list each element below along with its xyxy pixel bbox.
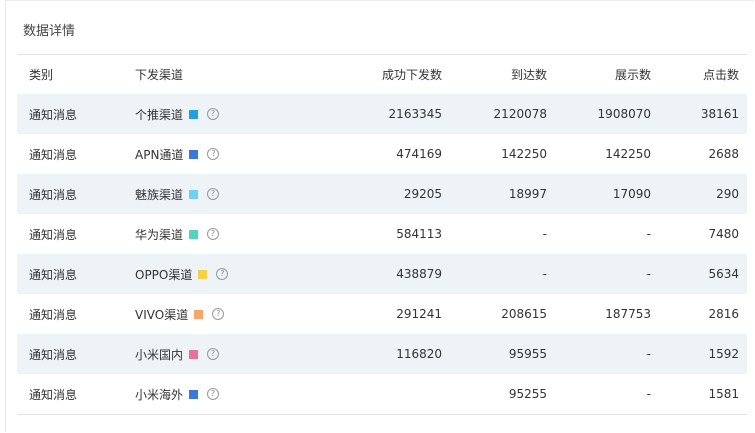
cell-success-count: 29205 (403, 187, 442, 201)
question-circle-icon[interactable]: ? (207, 388, 220, 400)
channel-name: 小米海外 (135, 387, 184, 402)
cell-success-count: 438879 (396, 267, 442, 281)
channel-name: OPPO渠道 (135, 267, 193, 282)
cell-channel: 小米海外? (135, 374, 220, 414)
cell-show-count: 1908070 (597, 107, 651, 121)
cell-click-count: 5634 (708, 267, 739, 281)
panel-title: 数据详情 (23, 24, 76, 39)
cell-channel: 华为渠道? (135, 214, 220, 254)
question-circle-icon[interactable]: ? (207, 148, 220, 160)
cell-channel: VIVO渠道? (135, 294, 225, 334)
table-row: 通知消息 小米国内? 116820 95955 - 1592 (17, 334, 747, 374)
table-row: 通知消息 OPPO渠道? 438879 - - 5634 (17, 254, 747, 294)
channel-name: 小米国内 (135, 347, 184, 362)
cell-success-count: 2163345 (388, 107, 442, 121)
cell-click-count: 7480 (708, 227, 739, 241)
cell-type: 通知消息 (29, 107, 78, 122)
channel-color-swatch (189, 189, 199, 199)
channel-name: APN通道 (135, 147, 184, 162)
header-type: 类别 (29, 68, 54, 82)
cell-type: 通知消息 (29, 227, 78, 242)
cell-show-count: - (646, 227, 651, 241)
cell-channel: APN通道? (135, 134, 220, 174)
data-details-panel: 数据详情 类别 下发渠道 成功下发数 到达数 展示数 点击数 通知消息 个推渠道?… (5, 0, 754, 432)
cell-channel: 个推渠道? (135, 94, 220, 134)
table-bottom-divider (17, 414, 747, 415)
cell-show-count: 142250 (605, 147, 651, 161)
channel-color-swatch (189, 229, 199, 239)
table-header-row: 类别 下发渠道 成功下发数 到达数 展示数 点击数 (17, 55, 747, 94)
table-body: 通知消息 个推渠道? 2163345 2120078 1908070 38161 通知消息 A… (17, 94, 747, 414)
question-circle-icon[interactable]: ? (207, 108, 220, 120)
cell-click-count: 1592 (708, 347, 739, 361)
header-show-count[interactable]: 展示数 (615, 55, 651, 94)
channel-color-swatch (189, 389, 199, 399)
cell-channel: 魅族渠道? (135, 174, 220, 214)
header-success-count[interactable]: 成功下发数 (382, 55, 442, 94)
channel-name: 魅族渠道 (135, 187, 184, 202)
cell-channel: OPPO渠道? (135, 254, 229, 294)
channel-color-swatch (189, 349, 199, 359)
cell-arrive-count: 18997 (508, 187, 547, 201)
channel-color-swatch (189, 149, 199, 159)
cell-arrive-count: 142250 (501, 147, 547, 161)
cell-click-count: 2688 (708, 147, 739, 161)
header-click-count[interactable]: 点击数 (703, 55, 739, 94)
channel-color-swatch (194, 309, 204, 319)
cell-show-count: 187753 (605, 307, 651, 321)
cell-type: 通知消息 (29, 307, 78, 322)
question-circle-icon[interactable]: ? (207, 188, 220, 200)
question-circle-icon[interactable]: ? (216, 268, 229, 280)
cell-click-count: 1581 (708, 387, 739, 401)
table-row: 通知消息 华为渠道? 584113 - - 7480 (17, 214, 747, 254)
header-channel: 下发渠道 (135, 68, 184, 82)
cell-arrive-count: 95255 (508, 387, 547, 401)
cell-success-count: 474169 (396, 147, 442, 161)
channel-color-swatch (189, 109, 199, 119)
cell-type: 通知消息 (29, 147, 78, 162)
cell-click-count: 2816 (708, 307, 739, 321)
table-row: 通知消息 魅族渠道? 29205 18997 17090 290 (17, 174, 747, 214)
cell-type: 通知消息 (29, 387, 78, 402)
cell-channel: 小米国内? (135, 334, 220, 374)
cell-type: 通知消息 (29, 347, 78, 362)
cell-arrive-count: 2120078 (493, 107, 547, 121)
channel-name: 华为渠道 (135, 227, 184, 242)
question-circle-icon[interactable]: ? (212, 308, 225, 320)
channel-name: 个推渠道 (135, 107, 184, 122)
cell-arrive-count: - (542, 227, 547, 241)
table-row: 通知消息 小米海外? 95255 - 1581 (17, 374, 747, 414)
cell-click-count: 290 (716, 187, 739, 201)
cell-arrive-count: 208615 (501, 307, 547, 321)
table-row: 通知消息 个推渠道? 2163345 2120078 1908070 38161 (17, 94, 747, 134)
channel-color-swatch (198, 269, 208, 279)
question-circle-icon[interactable]: ? (207, 348, 220, 360)
cell-show-count: - (646, 387, 651, 401)
cell-show-count: - (646, 267, 651, 281)
cell-type: 通知消息 (29, 267, 78, 282)
channel-name: VIVO渠道 (135, 307, 189, 322)
cell-type: 通知消息 (29, 187, 78, 202)
header-arrive-count[interactable]: 到达数 (511, 55, 547, 94)
cell-arrive-count: - (542, 267, 547, 281)
cell-success-count: 116820 (396, 347, 442, 361)
cell-success-count: 584113 (396, 227, 442, 241)
table-row: 通知消息 VIVO渠道? 291241 208615 187753 2816 (17, 294, 747, 334)
cell-success-count: 291241 (396, 307, 442, 321)
cell-show-count: - (646, 347, 651, 361)
cell-show-count: 17090 (612, 187, 651, 201)
question-circle-icon[interactable]: ? (207, 228, 220, 240)
cell-click-count: 38161 (700, 107, 739, 121)
cell-arrive-count: 95955 (508, 347, 547, 361)
data-details-table: 类别 下发渠道 成功下发数 到达数 展示数 点击数 通知消息 个推渠道? 21633… (17, 54, 747, 414)
table-row: 通知消息 APN通道? 474169 142250 142250 2688 (17, 134, 747, 174)
